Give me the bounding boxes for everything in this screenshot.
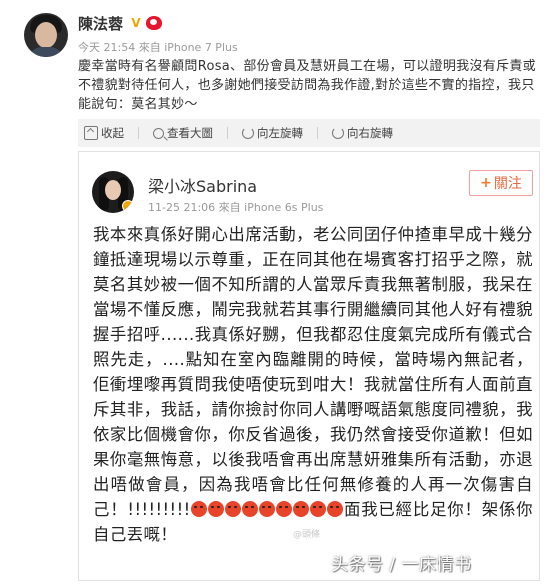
toolbar-divider xyxy=(317,127,318,139)
card-meta: 11-25 21:06 來自 iPhone 6s Plus xyxy=(148,201,324,214)
verified-v-icon: V xyxy=(131,16,141,30)
toolbar-divider xyxy=(138,127,139,139)
avatar-shirt xyxy=(28,47,64,57)
angry-face-icon xyxy=(275,501,292,517)
weibo-member-icon xyxy=(146,16,163,30)
embedded-screenshot-card[interactable]: 梁小冰Sabrina 11-25 21:06 來自 iPhone 6s Plus… xyxy=(78,151,540,581)
angry-face-icon xyxy=(241,501,258,517)
avatar-face xyxy=(105,180,121,200)
angry-face-icon xyxy=(292,501,309,517)
rotate-right-label: 向右旋轉 xyxy=(347,126,393,140)
rotate-right-icon xyxy=(332,127,344,139)
collapse-icon xyxy=(84,126,98,140)
angry-face-icon xyxy=(309,501,326,517)
angry-face-icon xyxy=(326,501,343,517)
view-large-button[interactable]: 查看大圖 xyxy=(153,125,213,141)
image-toolbar: 收起 查看大圖 向左旋轉 向右旋轉 xyxy=(78,119,540,147)
angry-face-icon xyxy=(207,501,224,517)
card-author-name[interactable]: 梁小冰Sabrina xyxy=(148,173,257,197)
author-name[interactable]: 陳法蓉 xyxy=(78,13,123,34)
angry-face-icon xyxy=(258,501,275,517)
post-body: 慶幸當時有名譽顧問Rosa、部份會員及慧妍員工在場，可以證明我沒有斥責或不禮貌對… xyxy=(78,59,536,112)
toutiao-watermark: 头条号 / 一床情书 xyxy=(331,555,472,575)
author-row: 陳法蓉 V xyxy=(78,13,163,34)
author-avatar[interactable] xyxy=(24,13,68,57)
weibo-post: 陳法蓉 V 今天 21:54 來自 iPhone 7 Plus 慶幸當時有名譽顧… xyxy=(0,0,553,586)
toolbar-divider xyxy=(227,127,228,139)
avatar-face xyxy=(35,22,57,48)
collapse-button[interactable]: 收起 xyxy=(84,125,124,141)
verified-badge-icon xyxy=(122,200,134,212)
rotate-right-button[interactable]: 向右旋轉 xyxy=(332,125,393,141)
post-meta: 今天 21:54 來自 iPhone 7 Plus xyxy=(78,41,238,54)
rotate-left-button[interactable]: 向左旋轉 xyxy=(242,125,303,141)
collapse-label: 收起 xyxy=(101,126,124,140)
plus-icon: + xyxy=(480,175,492,191)
follow-button[interactable]: + 關注 xyxy=(469,170,533,196)
weibo-watermark: @頭條 xyxy=(293,530,321,540)
angry-face-icon xyxy=(224,501,241,517)
rotate-left-label: 向左旋轉 xyxy=(257,126,303,140)
card-author-avatar[interactable] xyxy=(92,171,134,213)
follow-label: 關注 xyxy=(493,176,522,192)
angry-emoji-row xyxy=(190,500,344,519)
angry-face-icon xyxy=(190,501,207,517)
view-large-label: 查看大圖 xyxy=(167,126,213,140)
card-body: 我本來真係好開心出席活動，老公同囝仔仲揸車早成十幾分鐘抵達現場以示尊重，正在同其… xyxy=(93,222,533,547)
zoom-icon xyxy=(153,127,164,139)
card-body-main: 我本來真係好開心出席活動，老公同囝仔仲揸車早成十幾分鐘抵達現場以示尊重，正在同其… xyxy=(93,225,533,519)
rotate-left-icon xyxy=(242,127,254,139)
